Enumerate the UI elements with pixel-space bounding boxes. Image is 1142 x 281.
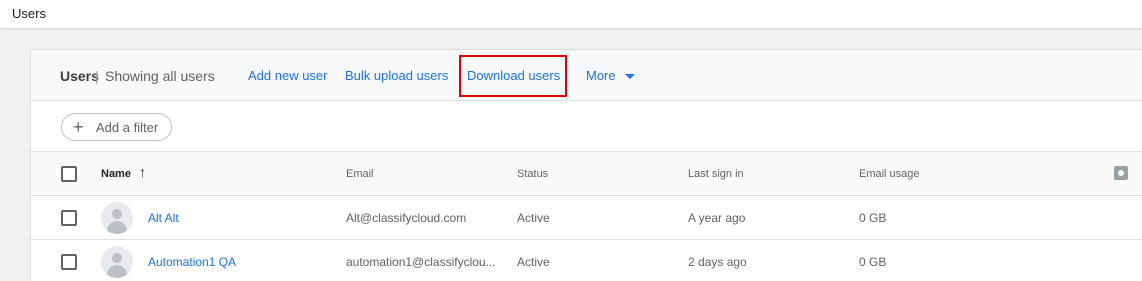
sort-ascending-icon[interactable]: ↑ bbox=[139, 164, 146, 180]
add-filter-label: Add a filter bbox=[96, 120, 159, 135]
settings-gear-icon[interactable] bbox=[1114, 166, 1128, 180]
download-users-link[interactable]: Download users bbox=[467, 68, 560, 83]
table-row[interactable]: Automation1 QA automation1@classifyclou.… bbox=[31, 240, 1142, 281]
more-menu-link[interactable]: More bbox=[586, 68, 616, 83]
column-header-status[interactable]: Status bbox=[517, 168, 548, 180]
card-title: Users bbox=[60, 68, 99, 84]
row-checkbox[interactable] bbox=[61, 210, 77, 226]
user-status: Active bbox=[517, 211, 550, 225]
user-status: Active bbox=[517, 255, 550, 269]
avatar bbox=[101, 202, 133, 234]
column-header-email[interactable]: Email bbox=[346, 168, 374, 180]
avatar-body-shape bbox=[107, 221, 127, 234]
column-header-email-usage[interactable]: Email usage bbox=[859, 168, 920, 180]
add-filter-button[interactable]: + Add a filter bbox=[61, 113, 172, 141]
select-all-checkbox[interactable] bbox=[61, 166, 77, 182]
table-header: Name ↑ Email Status Last sign in Email u… bbox=[31, 152, 1142, 196]
avatar-head-shape bbox=[112, 253, 122, 263]
avatar-head-shape bbox=[112, 209, 122, 219]
chevron-down-icon[interactable] bbox=[625, 74, 635, 79]
filter-row: + Add a filter bbox=[31, 102, 1142, 152]
title-separator: | bbox=[95, 68, 99, 84]
user-name-link[interactable]: Alt Alt bbox=[148, 211, 179, 225]
user-email: automation1@classifyclou... bbox=[346, 255, 496, 269]
user-last-sign-in: 2 days ago bbox=[688, 255, 747, 269]
card-subtitle: Showing all users bbox=[105, 68, 215, 84]
column-header-last-sign-in[interactable]: Last sign in bbox=[688, 168, 744, 180]
avatar bbox=[101, 246, 133, 278]
column-header-name[interactable]: Name bbox=[101, 168, 131, 180]
top-bar: Users bbox=[0, 0, 1142, 28]
users-card-header: Users | Showing all users Add new user B… bbox=[31, 50, 1142, 101]
avatar-body-shape bbox=[107, 265, 127, 278]
user-name-link[interactable]: Automation1 QA bbox=[148, 255, 236, 269]
user-last-sign-in: A year ago bbox=[688, 211, 746, 225]
plus-icon: + bbox=[73, 117, 84, 137]
users-card: Users | Showing all users Add new user B… bbox=[30, 49, 1142, 281]
user-email-usage: 0 GB bbox=[859, 255, 887, 269]
bulk-upload-users-link[interactable]: Bulk upload users bbox=[345, 68, 448, 83]
table-row[interactable]: Alt Alt Alt@classifycloud.com Active A y… bbox=[31, 196, 1142, 240]
row-checkbox[interactable] bbox=[61, 254, 77, 270]
add-new-user-link[interactable]: Add new user bbox=[248, 68, 328, 83]
user-email: Alt@classifycloud.com bbox=[346, 211, 467, 225]
user-email-usage: 0 GB bbox=[859, 211, 887, 225]
page-title: Users bbox=[12, 6, 46, 21]
